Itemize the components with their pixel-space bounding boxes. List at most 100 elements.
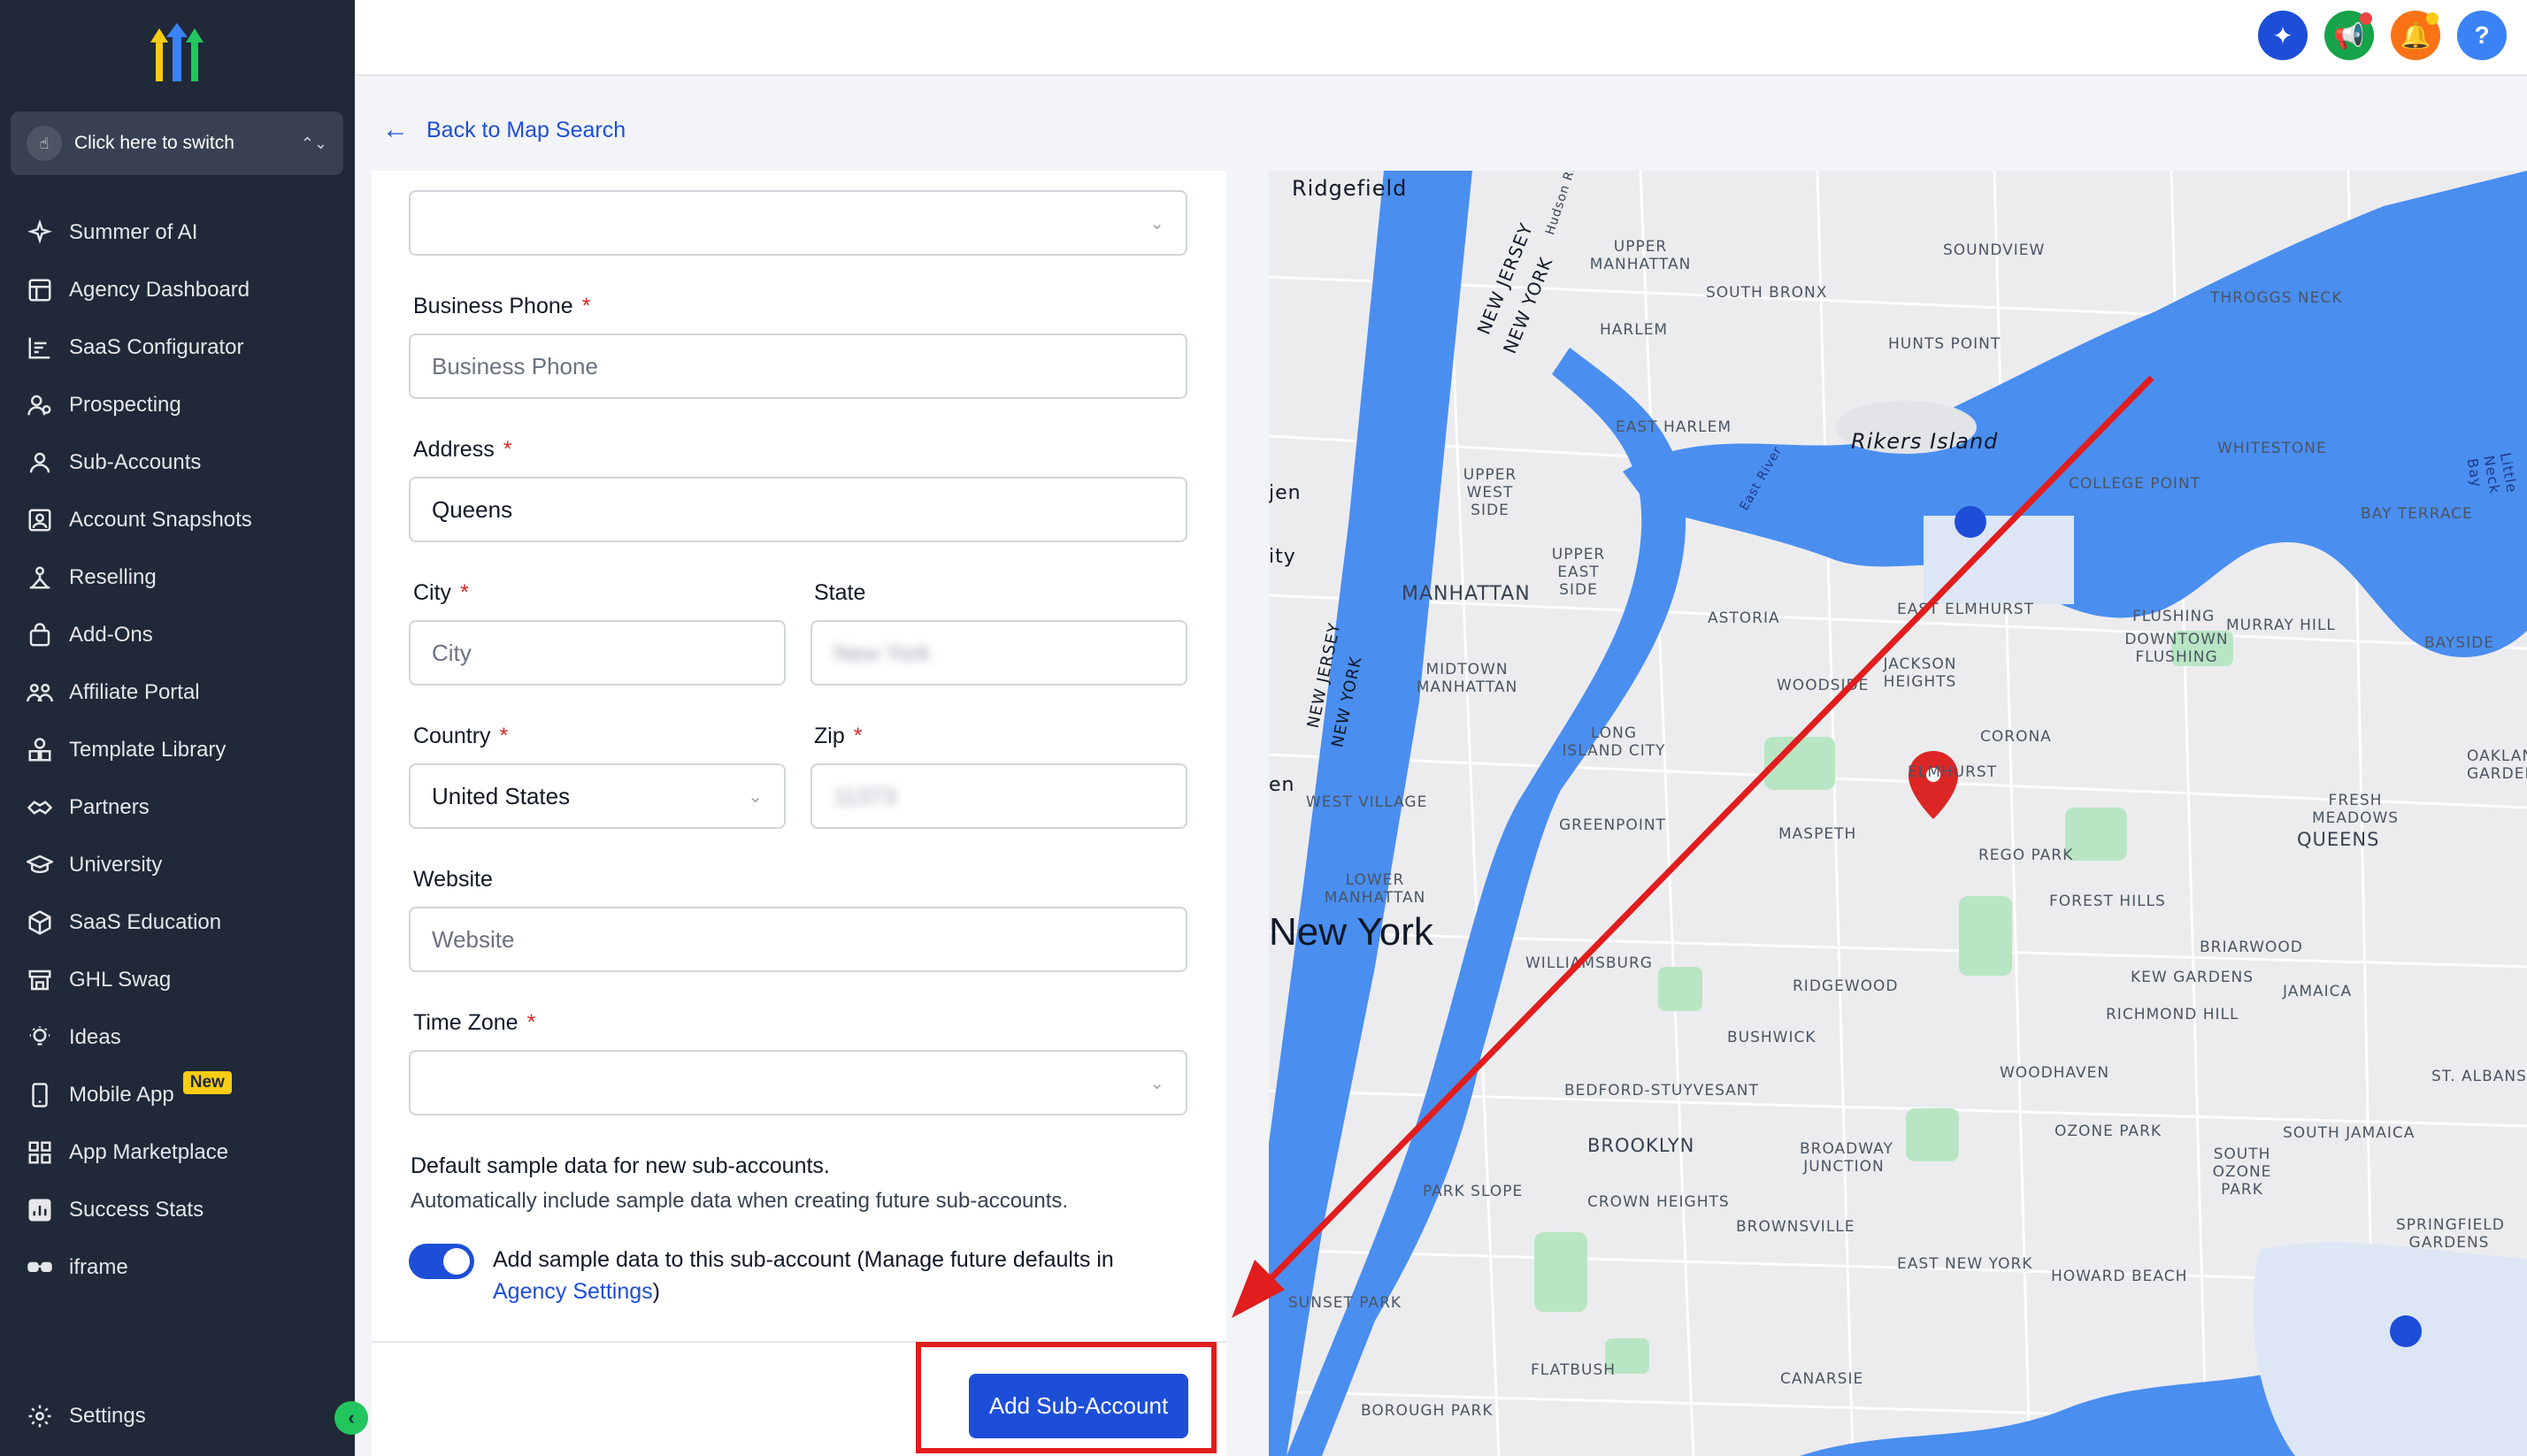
bell-icon: 🔔 bbox=[2400, 21, 2431, 50]
country-label: Country * bbox=[413, 724, 508, 749]
label-text: Country bbox=[413, 724, 491, 748]
sidebar-item-label: SaaS Configurator bbox=[69, 334, 244, 359]
map-label: EAST HARLEM bbox=[1616, 418, 1732, 436]
sidebar-item-label: Add-Ons bbox=[69, 622, 153, 647]
input-value: 11373 bbox=[833, 782, 896, 809]
sample-data-toggle[interactable] bbox=[409, 1244, 474, 1279]
sidebar-item-label: Mobile App bbox=[69, 1082, 174, 1107]
sidebar-item-settings[interactable]: Settings bbox=[0, 1387, 355, 1445]
sidebar-item-label: SaaS Education bbox=[69, 909, 222, 934]
settings-row[interactable]: Settings bbox=[0, 1387, 355, 1445]
map-label: UPPER WEST SIDE bbox=[1463, 466, 1517, 519]
map-label: ST. ALBANS bbox=[2431, 1068, 2527, 1085]
dashboard-icon bbox=[25, 275, 55, 305]
map-label: ASTORIA bbox=[1708, 609, 1780, 627]
sidebar-item-saas-configurator[interactable]: SaaS Configurator bbox=[0, 318, 355, 376]
sidebar-item-label: Settings bbox=[69, 1403, 146, 1428]
gear-icon bbox=[25, 1401, 55, 1431]
input-value: New York bbox=[833, 639, 931, 666]
agency-settings-link[interactable]: Agency Settings bbox=[493, 1279, 653, 1304]
zip-label: Zip * bbox=[814, 724, 862, 749]
label-text: City bbox=[413, 580, 452, 605]
required-mark: * bbox=[581, 294, 591, 318]
sidebar-item-success-stats[interactable]: Success Stats bbox=[0, 1181, 355, 1238]
map-label: Rikers Island bbox=[1851, 429, 1999, 454]
map-label: EAST NEW YORK bbox=[1897, 1255, 2033, 1273]
collapse-sidebar-button[interactable]: ‹ bbox=[334, 1401, 368, 1435]
map-label: LONG ISLAND CITY bbox=[1562, 724, 1666, 760]
address-input[interactable]: Queens bbox=[409, 477, 1187, 542]
map-label: Ridgefield bbox=[1292, 176, 1408, 201]
website-input[interactable]: Website bbox=[409, 907, 1187, 972]
map-label: en bbox=[1269, 774, 1295, 796]
map-view[interactable]: Ridgefield UPPER MANHATTAN SOUNDVIEW SOU… bbox=[1269, 171, 2527, 1456]
stats-icon bbox=[25, 1195, 55, 1225]
sidebar-item-prospecting[interactable]: Prospecting bbox=[0, 376, 355, 433]
phone-icon bbox=[25, 1080, 55, 1110]
ai-assistant-button[interactable]: ✦ bbox=[2258, 11, 2308, 60]
notification-dot bbox=[2360, 12, 2372, 25]
back-link-label: Back to Map Search bbox=[426, 117, 626, 142]
sidebar-item-ideas[interactable]: Ideas bbox=[0, 1008, 355, 1066]
sidebar-item-saas-education[interactable]: SaaS Education bbox=[0, 893, 355, 951]
sidebar-item-mobile-app[interactable]: Mobile App New bbox=[0, 1066, 355, 1123]
zip-input[interactable]: 11373 bbox=[810, 763, 1187, 829]
sidebar-item-app-marketplace[interactable]: App Marketplace bbox=[0, 1123, 355, 1181]
select-value: United States bbox=[432, 782, 571, 809]
group-icon bbox=[25, 678, 55, 708]
placeholder-text: Website bbox=[432, 925, 515, 953]
cube-icon bbox=[25, 908, 55, 938]
account-switcher[interactable]: ☝ Click here to switch ⌃⌄ bbox=[11, 111, 343, 175]
map-label: EAST ELMHURST bbox=[1897, 601, 2035, 618]
sidebar-item-iframe[interactable]: iframe bbox=[0, 1238, 355, 1296]
glasses-icon bbox=[25, 1253, 55, 1283]
store-icon bbox=[25, 965, 55, 995]
map-label: MASPETH bbox=[1778, 825, 1857, 843]
label-text: Zip bbox=[814, 724, 845, 748]
top-select[interactable]: ⌄ bbox=[409, 190, 1187, 256]
state-input[interactable]: New York bbox=[810, 620, 1187, 686]
notifications-button[interactable]: 🔔 bbox=[2391, 11, 2440, 60]
sidebar-item-summer-of-ai[interactable]: Summer of AI bbox=[0, 203, 355, 261]
sidebar-item-partners[interactable]: Partners bbox=[0, 778, 355, 836]
map-label: SOUTH JAMAICA bbox=[2283, 1124, 2416, 1142]
placeholder-text: City bbox=[432, 639, 472, 666]
map-label: WHITESTONE bbox=[2217, 440, 2327, 457]
map-label: MIDTOWN MANHATTAN bbox=[1416, 661, 1518, 696]
timezone-select[interactable]: ⌄ bbox=[409, 1050, 1187, 1115]
magic-icon: ✦ bbox=[2272, 21, 2293, 50]
switcher-label: Click here to switch bbox=[74, 133, 234, 153]
toggle-knob bbox=[443, 1248, 470, 1275]
city-input[interactable]: City bbox=[409, 620, 786, 686]
sidebar-item-label: Partners bbox=[69, 794, 150, 819]
map-label: WOODSIDE bbox=[1777, 677, 1870, 694]
map-label: SPRINGFIELD GARDENS bbox=[2396, 1216, 2505, 1252]
toggle-text: Add sample data to this sub-account (Man… bbox=[493, 1247, 1114, 1272]
sidebar-item-affiliate-portal[interactable]: Affiliate Portal bbox=[0, 663, 355, 721]
sidebar-item-agency-dashboard[interactable]: Agency Dashboard bbox=[0, 261, 355, 318]
sidebar-item-sub-accounts[interactable]: Sub-Accounts bbox=[0, 433, 355, 491]
map-label: SOUNDVIEW bbox=[1943, 241, 2046, 259]
app-logo[interactable] bbox=[142, 23, 212, 85]
map-label: WOODHAVEN bbox=[2000, 1064, 2110, 1082]
announcements-button[interactable]: 📢 bbox=[2324, 11, 2374, 60]
sidebar-item-reselling[interactable]: Reselling bbox=[0, 548, 355, 606]
back-to-map-search-link[interactable]: ← Back to Map Search bbox=[382, 115, 626, 145]
country-select[interactable]: United States ⌄ bbox=[409, 763, 786, 829]
handshake-icon bbox=[25, 793, 55, 823]
placeholder-text: Business Phone bbox=[432, 352, 598, 379]
map-label: SOUTH BRONX bbox=[1706, 284, 1828, 302]
sidebar-item-university[interactable]: University bbox=[0, 836, 355, 893]
sidebar-item-account-snapshots[interactable]: Account Snapshots bbox=[0, 491, 355, 548]
sidebar-item-ghl-swag[interactable]: GHL Swag bbox=[0, 951, 355, 1008]
business-phone-input[interactable]: Business Phone bbox=[409, 333, 1187, 399]
map-label: THROGGS NECK bbox=[2210, 289, 2343, 307]
map-label: BROADWAY JUNCTION bbox=[1800, 1140, 1893, 1176]
shapes-icon bbox=[25, 735, 55, 765]
chevron-left-icon: ‹ bbox=[348, 1406, 355, 1429]
help-button[interactable]: ? bbox=[2457, 11, 2507, 60]
map-label: BROWNSVILLE bbox=[1736, 1218, 1855, 1236]
sidebar-item-template-library[interactable]: Template Library bbox=[0, 721, 355, 778]
map-label: JACKSON HEIGHTS bbox=[1883, 655, 1957, 691]
sidebar-item-add-ons[interactable]: Add-Ons bbox=[0, 606, 355, 663]
